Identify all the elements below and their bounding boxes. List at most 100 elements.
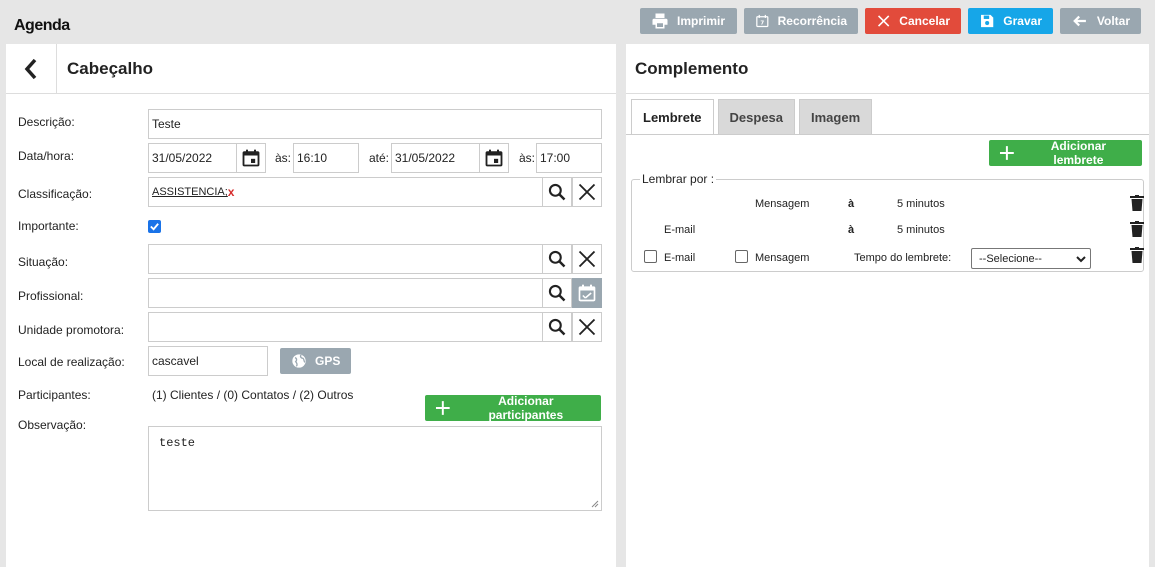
- print-button[interactable]: Imprimir: [640, 8, 737, 34]
- participants-label: Participantes:: [18, 388, 91, 402]
- recurrence-label: Recorrência: [777, 14, 847, 28]
- participants-summary: (1) Clientes / (0) Contatos / (2) Outros: [152, 388, 354, 402]
- save-button[interactable]: Gravar: [968, 8, 1053, 34]
- resize-grip-icon[interactable]: [591, 500, 599, 508]
- complement-panel-title: Complemento: [635, 58, 749, 78]
- email-option-label: E-mail: [664, 252, 696, 264]
- check-icon: [150, 223, 159, 231]
- end-date-picker-button[interactable]: [479, 143, 509, 173]
- search-icon: [548, 183, 566, 201]
- printer-icon: [652, 13, 668, 29]
- end-date-input[interactable]: 31/05/2022: [391, 143, 480, 173]
- print-label: Imprimir: [677, 14, 726, 28]
- observation-label: Observação:: [18, 418, 87, 432]
- trash-icon[interactable]: [1130, 221, 1144, 237]
- calendar-icon: [485, 149, 503, 167]
- tab-despesa[interactable]: Despesa: [717, 99, 796, 134]
- add-reminder-button[interactable]: Adicionar lembrete: [989, 139, 1142, 167]
- close-icon: [877, 15, 890, 27]
- promoting-unit-label: Unidade promotora:: [18, 323, 125, 337]
- remind-by-legend: Lembrar por :: [642, 172, 715, 186]
- close-icon: [578, 250, 596, 268]
- cancel-label: Cancelar: [899, 14, 950, 28]
- reminder-via: Mensagem: [755, 198, 810, 210]
- reminder-time-select[interactable]: --Selecione--: [971, 248, 1091, 269]
- location-label: Local de realização:: [18, 355, 125, 369]
- observation-textarea[interactable]: teste: [148, 426, 602, 511]
- professional-label: Profissional:: [18, 289, 84, 303]
- svg-text:7: 7: [760, 21, 764, 27]
- calendar-recurrence-icon: 7: [756, 14, 769, 28]
- classification-clear-button[interactable]: [572, 177, 602, 207]
- close-icon: [578, 183, 596, 201]
- classification-tag[interactable]: ASSISTENCIA;: [152, 186, 228, 198]
- save-label: Gravar: [1003, 14, 1042, 28]
- start-date-input[interactable]: 31/05/2022: [148, 143, 237, 173]
- calendar-check-icon: [578, 284, 596, 302]
- professional-search-button[interactable]: [542, 278, 572, 308]
- classification-search-button[interactable]: [542, 177, 572, 207]
- classification-label: Classificação:: [18, 187, 93, 201]
- reminder-via: E-mail: [664, 224, 696, 236]
- reminder-at: à: [848, 224, 855, 236]
- promoting-unit-clear-button[interactable]: [572, 312, 602, 342]
- complement-panel: Complemento Lembrete Despesa Imagem Adic…: [626, 44, 1149, 567]
- message-option-label: Mensagem: [755, 252, 810, 264]
- classification-tag-remove[interactable]: x: [228, 185, 235, 199]
- reminder-time-select-value: --Selecione--: [979, 252, 1042, 265]
- datetime-label: Data/hora:: [18, 149, 75, 163]
- search-icon: [548, 284, 566, 302]
- situation-search-button[interactable]: [542, 244, 572, 274]
- trash-icon[interactable]: [1130, 247, 1144, 263]
- description-label: Descrição:: [18, 115, 75, 129]
- header-panel: Cabeçalho Descrição: Teste Data/hora: 31…: [6, 43, 616, 567]
- email-checkbox[interactable]: [644, 250, 657, 263]
- reminder-time: 5 minutos: [897, 224, 945, 236]
- reminder-at: à: [848, 198, 855, 210]
- message-checkbox[interactable]: [735, 250, 748, 263]
- start-time-label: às:: [275, 151, 292, 165]
- plus-icon: [999, 146, 1014, 160]
- tab-lembrete[interactable]: Lembrete: [631, 99, 714, 134]
- tabs-divider: [626, 134, 1149, 135]
- start-time-input[interactable]: 16:10: [293, 143, 359, 173]
- complement-panel-header: Complemento: [626, 44, 1149, 94]
- header-panel-header: Cabeçalho: [6, 43, 616, 94]
- end-time-input[interactable]: 17:00: [536, 143, 602, 173]
- cancel-button[interactable]: Cancelar: [865, 8, 961, 34]
- classification-input[interactable]: ASSISTENCIA; x: [148, 177, 543, 207]
- add-participants-label: Adicionar participantes: [488, 394, 564, 422]
- reminder-time: 5 minutos: [897, 198, 945, 210]
- until-label: até:: [369, 151, 390, 165]
- important-checkbox[interactable]: [148, 220, 161, 233]
- collapse-back-button[interactable]: [6, 43, 57, 94]
- description-input[interactable]: Teste: [148, 109, 602, 139]
- plus-icon: [435, 401, 450, 415]
- important-label: Importante:: [18, 219, 79, 233]
- app-title: Agenda: [14, 17, 70, 34]
- add-reminder-label: Adicionar lembrete: [1050, 139, 1107, 167]
- back-label: Voltar: [1096, 14, 1130, 28]
- gps-button[interactable]: GPS: [280, 348, 352, 374]
- chevron-left-icon: [24, 58, 37, 79]
- promoting-unit-search-button[interactable]: [542, 312, 572, 342]
- location-input[interactable]: cascavel: [148, 346, 268, 376]
- globe-icon: [292, 354, 306, 368]
- search-icon: [548, 250, 566, 268]
- start-date-picker-button[interactable]: [236, 143, 266, 173]
- add-participants-button[interactable]: Adicionar participantes: [425, 394, 601, 422]
- reminder-time-label: Tempo do lembrete:: [854, 252, 952, 264]
- trash-icon[interactable]: [1130, 195, 1144, 211]
- promoting-unit-input[interactable]: [148, 312, 543, 342]
- situation-clear-button[interactable]: [572, 244, 602, 274]
- toolbar: Imprimir 7 Recorrência Cancelar Gravar V…: [640, 8, 1141, 34]
- professional-schedule-button[interactable]: [572, 278, 602, 308]
- back-button[interactable]: Voltar: [1060, 8, 1141, 34]
- tab-imagem[interactable]: Imagem: [799, 99, 873, 134]
- floppy-disk-icon: [981, 14, 994, 28]
- gps-label: GPS: [315, 354, 341, 368]
- recurrence-button[interactable]: 7 Recorrência: [744, 8, 858, 34]
- professional-input[interactable]: [148, 278, 543, 308]
- situation-input[interactable]: [148, 244, 543, 274]
- close-icon: [578, 318, 596, 336]
